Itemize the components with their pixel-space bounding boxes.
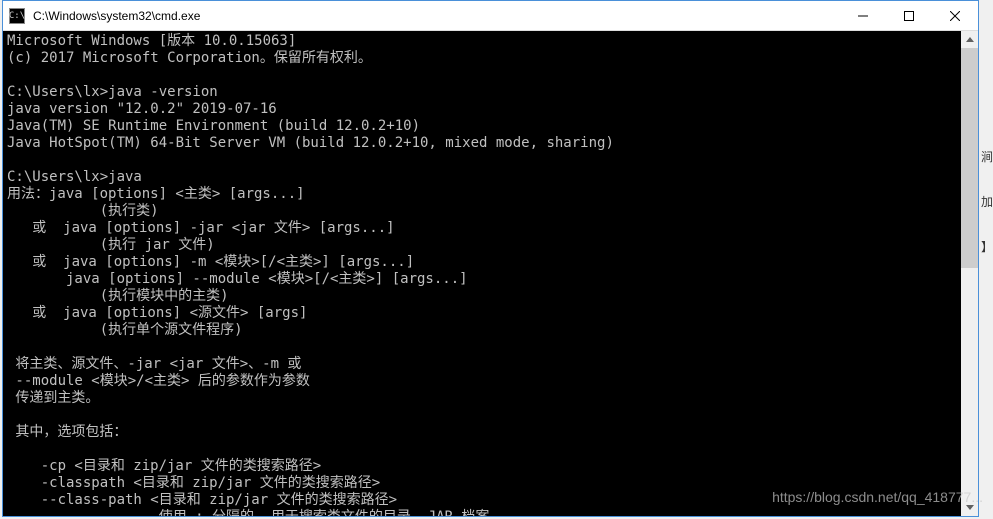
scroll-thumb[interactable] bbox=[961, 48, 978, 268]
side-char-1: 加 bbox=[981, 193, 993, 210]
minimize-button[interactable] bbox=[840, 1, 886, 30]
scroll-down-button[interactable] bbox=[961, 499, 978, 516]
maximize-button[interactable] bbox=[886, 1, 932, 30]
side-char-2: 】 bbox=[981, 238, 993, 255]
cropped-side-text: 涧 加 】 bbox=[981, 120, 993, 283]
window-title: C:\Windows\system32\cmd.exe bbox=[31, 9, 840, 23]
titlebar[interactable]: C:\ C:\Windows\system32\cmd.exe bbox=[3, 1, 978, 31]
side-char-0: 涧 bbox=[981, 148, 993, 165]
close-button[interactable] bbox=[932, 1, 978, 30]
app-icon: C:\ bbox=[9, 8, 25, 24]
cmd-window: C:\ C:\Windows\system32\cmd.exe Microsof… bbox=[2, 0, 979, 517]
terminal-area: Microsoft Windows [版本 10.0.15063] (c) 20… bbox=[3, 31, 978, 516]
scroll-up-button[interactable] bbox=[961, 31, 978, 48]
vertical-scrollbar[interactable] bbox=[961, 31, 978, 516]
window-controls bbox=[840, 1, 978, 30]
terminal-output[interactable]: Microsoft Windows [版本 10.0.15063] (c) 20… bbox=[3, 31, 961, 516]
